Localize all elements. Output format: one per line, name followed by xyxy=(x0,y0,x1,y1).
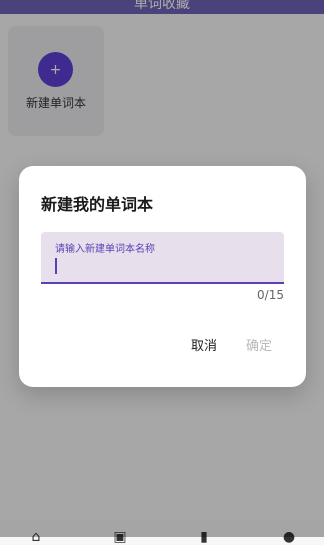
dialog-title: 新建我的单词本 xyxy=(41,195,154,214)
create-vocab-book-dialog: 新建我的单词本 请输入新建单词本名称 0/15 取消 确定 xyxy=(19,166,306,387)
character-counter: 0/15 xyxy=(257,288,284,302)
book-name-input[interactable]: 请输入新建单词本名称 xyxy=(41,232,284,284)
confirm-button[interactable]: 确定 xyxy=(245,332,273,360)
text-cursor xyxy=(55,258,57,274)
book-name-input-label: 请输入新建单词本名称 xyxy=(55,244,155,255)
cancel-button[interactable]: 取消 xyxy=(185,332,223,360)
dialog-actions: 取消 确定 xyxy=(19,332,306,360)
